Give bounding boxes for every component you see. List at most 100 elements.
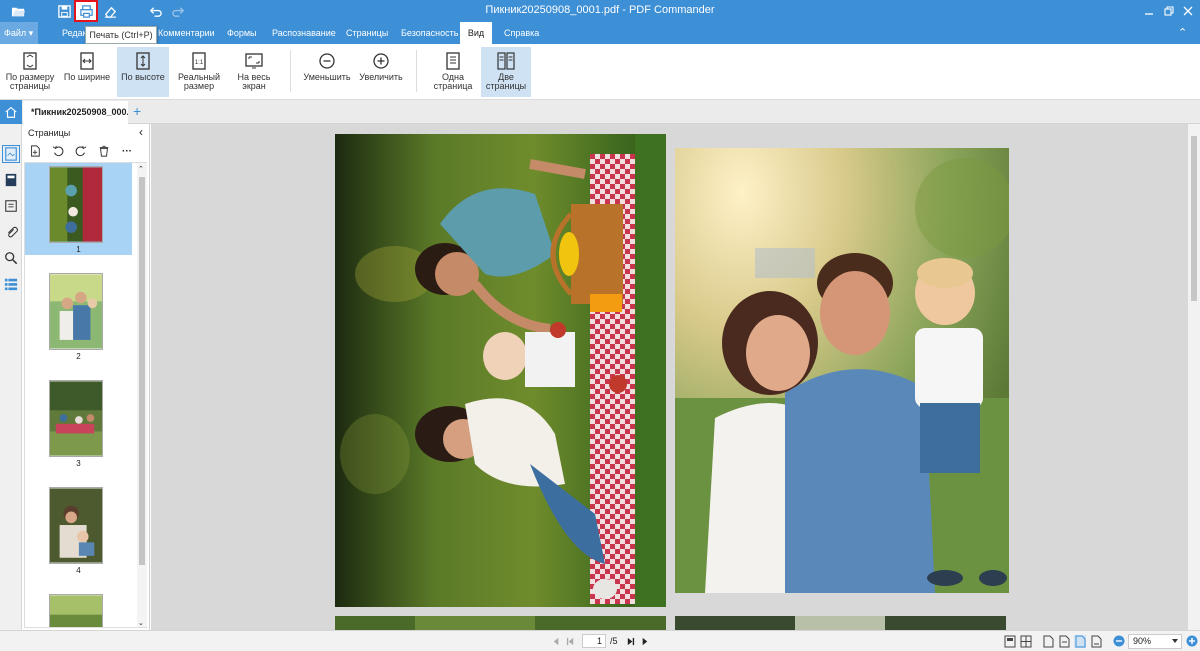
scroll-down-icon[interactable]: ⌄ [138,619,144,627]
delete-page-icon[interactable] [97,144,111,158]
thumbnail-number: 2 [76,352,81,361]
single-page-view-icon[interactable] [1042,635,1054,648]
pages-panel: Страницы ‹ ··· 1 2 3 4 ⌃ ⌄ [22,124,150,630]
document-tabs: *Пикник20250908_000... + [0,100,1200,124]
fit-page-icon [23,52,37,70]
first-page-icon[interactable] [564,635,576,647]
add-tab-icon[interactable]: + [133,103,141,119]
insert-page-icon[interactable] [28,144,42,158]
thumbnail-number: 1 [76,245,81,254]
page-thumbnail[interactable]: 2 [25,270,132,362]
svg-text:1:1: 1:1 [195,60,204,66]
scroll-mode-icon[interactable] [1004,635,1016,648]
side-toolbar [0,124,22,630]
chevron-down-icon: ▾ [28,28,34,38]
title-bar: Пикник20250908_0001.pdf - PDF Commander [0,0,1200,22]
page-thumbnails-icon[interactable] [2,145,20,163]
status-bar: 1 /5 90% [0,630,1200,651]
maximize-icon[interactable] [1160,2,1178,20]
continuous-view-icon[interactable] [1058,635,1070,648]
zoom-in-label: Увеличить [359,72,403,82]
document-viewer[interactable] [151,124,1188,630]
collapse-panel-icon[interactable]: ‹ [139,125,143,139]
ribbon-separator [290,50,291,92]
zoom-out-icon[interactable] [1113,635,1125,647]
fit-width-button[interactable]: По ширине [62,47,112,97]
undo-icon[interactable] [145,2,165,20]
page-thumbnail[interactable]: 3 [25,377,132,469]
page-2-image [675,148,1009,593]
minimize-icon[interactable] [1140,2,1158,20]
tab-pages[interactable]: Страницы [340,22,394,44]
zoom-out-icon [319,53,335,69]
two-page-continuous-icon[interactable] [1090,635,1102,648]
ribbon-collapse-icon[interactable]: ⌃ [1172,22,1193,44]
scroll-up-icon[interactable]: ⌃ [138,165,144,173]
next-arrow-icon[interactable] [638,635,650,647]
actual-size-button[interactable]: 1:1 Реальный размер [173,47,225,97]
page-thumbnail[interactable]: 4 [25,484,132,576]
page-4-image [675,616,1006,630]
search-icon[interactable] [3,250,19,266]
zoom-select[interactable]: 90% [1128,634,1182,649]
two-pages-button[interactable]: Две страницы [481,47,531,97]
chevron-down-icon [1172,639,1178,643]
viewer-scrollbar[interactable] [1188,124,1200,630]
tab-security[interactable]: Безопасность [395,22,464,44]
thumbnail-scrollbar[interactable]: ⌃ ⌄ [137,163,147,627]
folder-open-icon[interactable] [8,2,28,20]
page-thumbnail[interactable] [25,591,132,627]
zoom-out-button[interactable]: Уменьшить [303,47,351,97]
more-options-icon[interactable]: ··· [120,144,134,158]
tab-view[interactable]: Вид [460,22,492,44]
single-page-button[interactable]: Одна страница [428,47,478,97]
thumbnail-list: 1 2 3 4 ⌃ ⌄ [24,162,147,628]
ribbon-separator [416,50,417,92]
page-thumbnail[interactable]: 1 [25,163,132,255]
tab-help[interactable]: Справка [498,22,545,44]
fullscreen-button[interactable]: На весь экран [230,47,278,97]
tab-recognition[interactable]: Распознавание [266,22,342,44]
scrollbar-thumb[interactable] [1191,136,1197,301]
zoom-out-label: Уменьшить [303,72,351,82]
menu-tabs: Файл ▾ Редактор Комментарии Формы Распоз… [0,22,1200,44]
grid-view-icon[interactable] [1020,635,1032,648]
actual-size-label-2: размер [183,81,215,91]
page-1-image [335,134,666,607]
attachment-icon[interactable] [3,224,19,240]
tab-comments[interactable]: Комментарии [152,22,221,44]
fit-height-button[interactable]: По высоте [117,47,169,97]
tab-file-label: Файл [4,28,27,38]
bookmarks-icon[interactable] [3,172,19,188]
zoom-in-button[interactable]: Увеличить [357,47,405,97]
thumbnail-image [49,380,103,457]
fit-height-icon [136,52,150,70]
fit-width-icon [80,52,94,70]
previous-arrow-icon[interactable] [550,635,562,647]
close-icon[interactable] [1179,2,1197,20]
rotate-left-icon[interactable] [51,144,65,158]
scrollbar-thumb[interactable] [139,177,145,565]
home-icon[interactable] [0,100,22,124]
thumbnail-image [49,487,103,564]
pages-panel-title: Страницы [28,128,71,138]
fit-page-button[interactable]: По размеру страницы [4,47,56,97]
save-icon[interactable] [54,2,74,20]
document-tab[interactable]: *Пикник20250908_000... [23,101,128,124]
tab-file[interactable]: Файл ▾ [0,22,38,44]
zoom-in-icon [373,53,389,69]
rotate-right-icon[interactable] [74,144,88,158]
printer-icon[interactable] [74,0,98,22]
two-page-view-icon[interactable] [1074,635,1086,648]
fit-height-label: По высоте [121,72,165,82]
comments-icon[interactable] [3,198,19,214]
last-page-icon[interactable] [624,635,636,647]
redo-icon[interactable] [168,2,188,20]
page-count: /5 [610,636,618,646]
single-page-label-2: страница [433,81,473,91]
tab-forms[interactable]: Формы [221,22,263,44]
eraser-icon[interactable] [100,2,120,20]
page-number-input[interactable]: 1 [582,634,606,648]
zoom-in-icon[interactable] [1186,635,1198,647]
layers-icon[interactable] [3,276,19,292]
